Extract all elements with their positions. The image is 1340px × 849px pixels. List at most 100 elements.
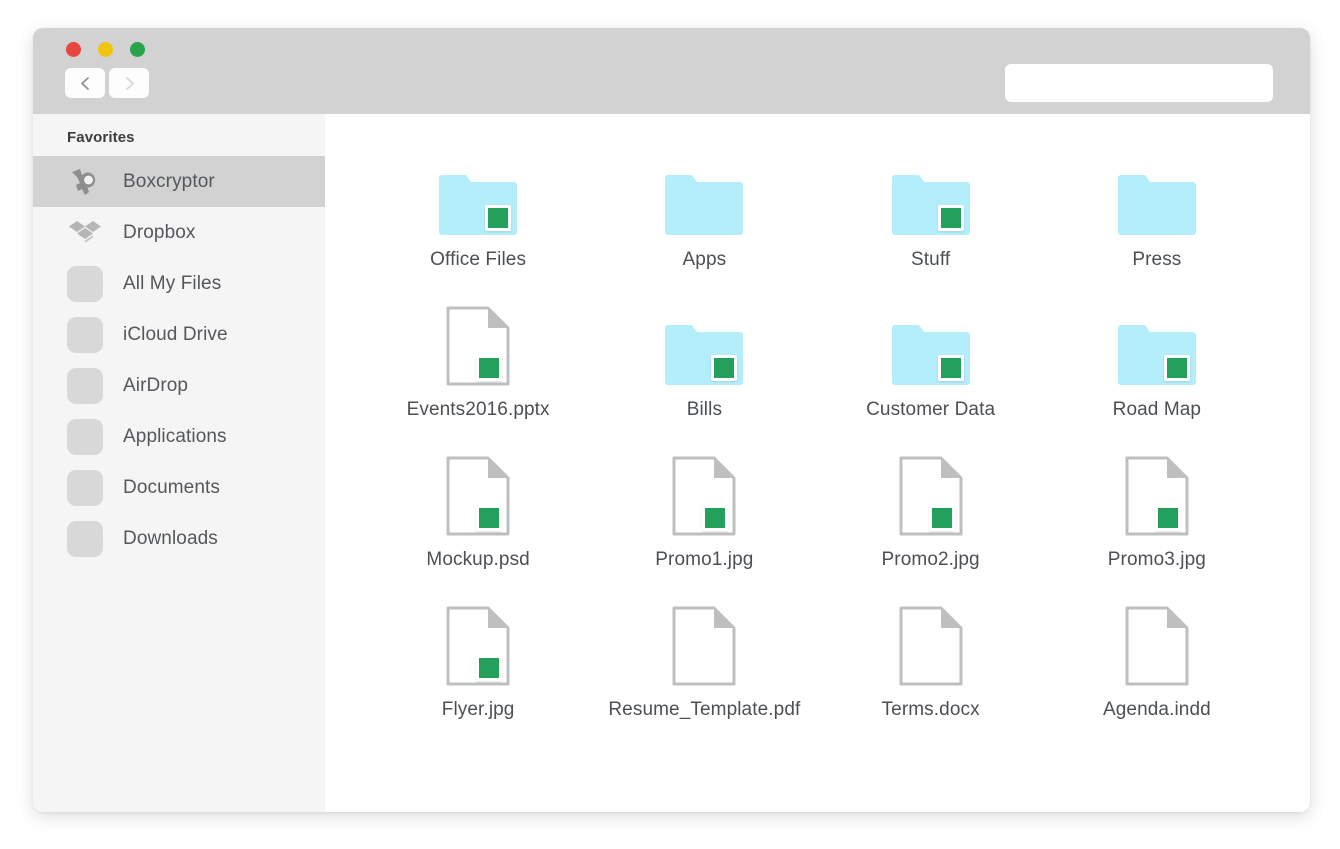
encrypted-badge-icon <box>937 355 964 381</box>
folder-item[interactable]: Bills <box>604 306 804 456</box>
file-item[interactable]: Events2016.pptx <box>378 306 578 456</box>
folder-icon <box>664 156 744 236</box>
sidebar-item-label: Dropbox <box>123 221 196 243</box>
sidebar-item-airdrop[interactable]: AirDrop <box>33 360 325 411</box>
file-label: Promo3.jpg <box>1107 549 1206 570</box>
file-label: Events2016.pptx <box>406 399 550 420</box>
folder-item[interactable]: Stuff <box>831 156 1031 306</box>
file-item[interactable]: Promo3.jpg <box>1057 456 1257 606</box>
encrypted-badge-icon <box>1163 355 1190 381</box>
file-item[interactable]: Flyer.jpg <box>378 606 578 756</box>
close-button[interactable] <box>66 42 81 57</box>
file-item[interactable]: Agenda.indd <box>1057 606 1257 756</box>
sidebar-item-label: Boxcryptor <box>123 170 215 192</box>
file-browser-content: Office Files Apps Stuff Press Events2016.ppt… <box>325 114 1310 812</box>
file-label: Apps <box>682 249 727 270</box>
folder-icon <box>664 306 744 386</box>
file-label: Promo1.jpg <box>655 549 754 570</box>
file-item[interactable]: Resume_Template.pdf <box>604 606 804 756</box>
folder-placeholder-icon <box>67 418 103 455</box>
window-titlebar <box>33 28 1310 114</box>
file-label: Stuff <box>911 249 951 270</box>
file-item[interactable]: Terms.docx <box>831 606 1031 756</box>
encrypted-badge-icon <box>702 505 729 531</box>
sidebar-item-documents[interactable]: Documents <box>33 462 325 513</box>
sidebar-item-downloads[interactable]: Downloads <box>33 513 325 564</box>
sidebar-item-label: All My Files <box>123 272 222 294</box>
sidebar-item-label: Documents <box>123 476 220 498</box>
document-icon <box>438 606 518 686</box>
folder-icon <box>1117 306 1197 386</box>
finder-window: Favorites Boxcryptor Dropbox All My Files i… <box>33 28 1310 812</box>
file-label: Mockup.psd <box>426 549 530 570</box>
sidebar-item-label: iCloud Drive <box>123 323 228 345</box>
sidebar-item-applications[interactable]: Applications <box>33 411 325 462</box>
sidebar-item-label: Downloads <box>123 527 218 549</box>
file-label: Press <box>1132 249 1182 270</box>
minimize-button[interactable] <box>98 42 113 57</box>
file-item[interactable]: Promo2.jpg <box>831 456 1031 606</box>
forward-button[interactable] <box>109 68 149 98</box>
document-icon <box>438 306 518 386</box>
navigation-button-group <box>65 68 149 98</box>
encrypted-badge-icon <box>476 655 503 681</box>
back-button[interactable] <box>65 68 105 98</box>
encrypted-badge-icon <box>476 505 503 531</box>
search-input[interactable] <box>1005 64 1273 102</box>
folder-icon <box>891 306 971 386</box>
document-icon <box>664 606 744 686</box>
encrypted-badge-icon <box>476 355 503 381</box>
file-label: Agenda.indd <box>1102 699 1211 720</box>
file-label: Customer Data <box>866 399 996 420</box>
chevron-right-icon <box>123 76 136 91</box>
folder-item[interactable]: Press <box>1057 156 1257 306</box>
chevron-left-icon <box>79 76 92 91</box>
file-label: Road Map <box>1112 399 1202 420</box>
file-label: Terms.docx <box>881 699 980 720</box>
maximize-button[interactable] <box>130 42 145 57</box>
sidebar-item-label: AirDrop <box>123 374 189 396</box>
file-label: Office Files <box>430 249 527 270</box>
folder-icon <box>438 156 518 236</box>
traffic-light-group <box>66 42 145 57</box>
file-label: Bills <box>686 399 723 420</box>
file-label: Resume_Template.pdf <box>608 699 801 720</box>
file-item[interactable]: Promo1.jpg <box>604 456 804 606</box>
file-label: Flyer.jpg <box>441 699 515 720</box>
document-icon <box>891 606 971 686</box>
folder-item[interactable]: Road Map <box>1057 306 1257 456</box>
encrypted-badge-icon <box>928 505 955 531</box>
sidebar-item-all-my-files[interactable]: All My Files <box>33 258 325 309</box>
sidebar-item-boxcryptor[interactable]: Boxcryptor <box>33 156 325 207</box>
file-grid: Office Files Apps Stuff Press Events2016.ppt… <box>365 156 1270 756</box>
encrypted-badge-icon <box>1154 505 1181 531</box>
folder-placeholder-icon <box>67 520 103 557</box>
folder-item[interactable]: Office Files <box>378 156 578 306</box>
folder-placeholder-icon <box>67 367 103 404</box>
boxcryptor-icon <box>67 164 103 200</box>
sidebar-item-list: Boxcryptor Dropbox All My Files iCloud Driv… <box>33 156 325 564</box>
folder-placeholder-icon <box>67 265 103 302</box>
sidebar-item-dropbox[interactable]: Dropbox <box>33 207 325 258</box>
encrypted-badge-icon <box>711 355 738 381</box>
folder-icon <box>1117 156 1197 236</box>
sidebar-item-label: Applications <box>123 425 227 447</box>
encrypted-badge-icon <box>485 205 512 231</box>
window-body: Favorites Boxcryptor Dropbox All My Files i… <box>33 114 1310 812</box>
folder-placeholder-icon <box>67 316 103 353</box>
document-icon <box>438 456 518 536</box>
folder-item[interactable]: Customer Data <box>831 306 1031 456</box>
folder-placeholder-icon <box>67 469 103 506</box>
document-icon <box>1117 606 1197 686</box>
folder-icon <box>891 156 971 236</box>
file-label: Promo2.jpg <box>881 549 980 570</box>
sidebar-header-favorites: Favorites <box>67 129 135 146</box>
encrypted-badge-icon <box>937 205 964 231</box>
document-icon <box>664 456 744 536</box>
folder-item[interactable]: Apps <box>604 156 804 306</box>
file-item[interactable]: Mockup.psd <box>378 456 578 606</box>
document-icon <box>1117 456 1197 536</box>
document-icon <box>891 456 971 536</box>
sidebar-item-icloud-drive[interactable]: iCloud Drive <box>33 309 325 360</box>
dropbox-icon <box>67 215 103 251</box>
